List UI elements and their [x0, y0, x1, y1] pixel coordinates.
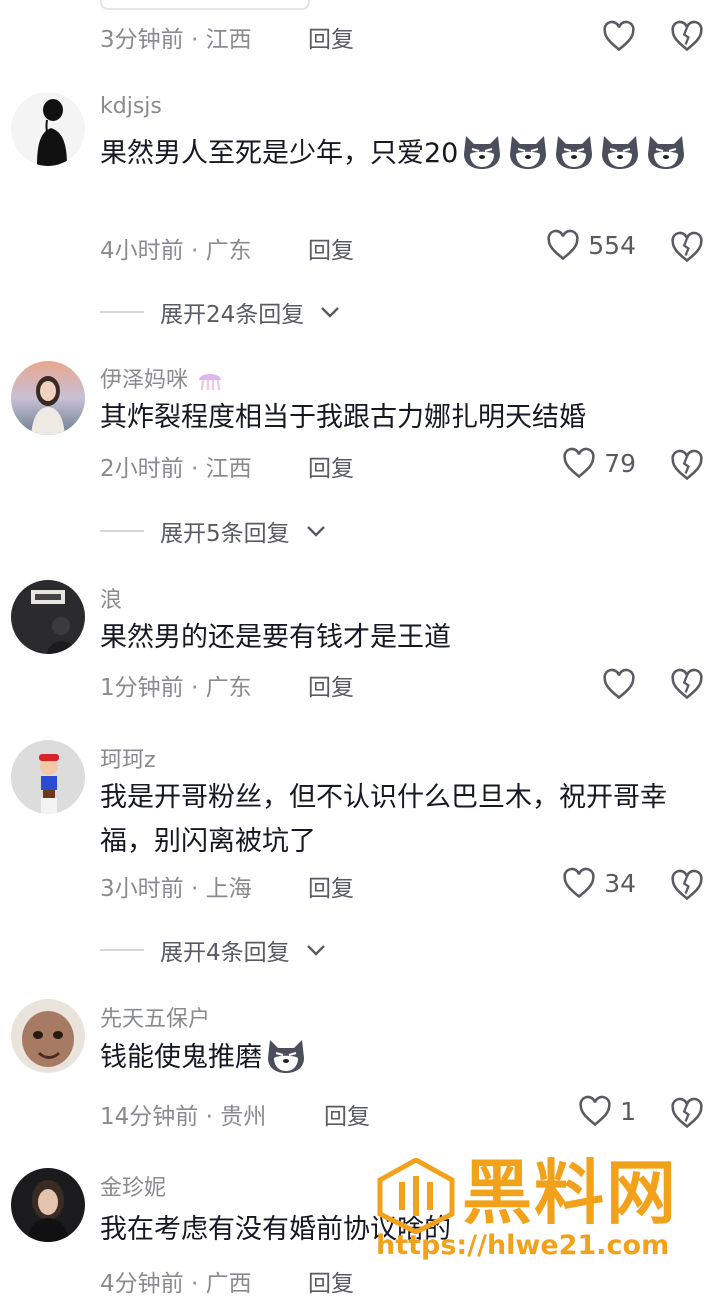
- avatar[interactable]: [11, 740, 85, 814]
- like-count: 1: [620, 1096, 636, 1126]
- broken-heart-icon[interactable]: [670, 449, 704, 481]
- comment-meta: 3分钟前 · 江西: [100, 27, 252, 53]
- chevron-down-icon: [306, 518, 326, 544]
- wolf-emoji-icon: [552, 132, 596, 170]
- avatar[interactable]: [11, 92, 85, 166]
- watermark: 黑料网 https://hlwe21.com: [376, 1150, 706, 1270]
- divider: [100, 530, 144, 532]
- comment-text: 钱能使鬼推磨: [100, 1036, 708, 1080]
- comment-text: 我是开哥粉丝，但不认识什么巴旦木，祝开哥幸福，别闪离被坑了: [100, 782, 667, 857]
- expand-replies-button[interactable]: 展开24条回复: [100, 295, 340, 329]
- avatar[interactable]: [11, 361, 85, 435]
- like-button[interactable]: 554: [546, 229, 636, 261]
- heart-icon: [579, 1095, 611, 1127]
- reply-button[interactable]: 回复: [308, 1264, 354, 1298]
- broken-heart-icon[interactable]: [670, 668, 704, 700]
- expand-replies-button[interactable]: 展开5条回复: [100, 514, 326, 548]
- reply-button[interactable]: 回复: [324, 1097, 370, 1131]
- heart-icon: [563, 447, 595, 479]
- comment-meta: 14分钟前 · 贵州: [100, 1104, 267, 1130]
- divider: [100, 311, 144, 313]
- comment-meta: 4分钟前 · 广西: [100, 1271, 252, 1297]
- heart-icon: [547, 229, 579, 261]
- username[interactable]: 金珍妮: [100, 1170, 166, 1202]
- broken-heart-icon[interactable]: [670, 869, 704, 901]
- avatar[interactable]: [11, 999, 85, 1073]
- reply-button[interactable]: 回复: [308, 869, 354, 903]
- reply-button[interactable]: 回复: [308, 668, 354, 702]
- comment-meta: 3小时前 · 上海: [100, 876, 252, 902]
- watermark-logo-icon: [377, 1158, 455, 1234]
- broken-heart-icon[interactable]: [670, 231, 704, 263]
- broken-heart-icon[interactable]: [670, 20, 704, 52]
- username[interactable]: 先天五保户: [100, 1001, 210, 1033]
- wolf-emoji-icon: [644, 132, 688, 170]
- heart-icon[interactable]: [602, 668, 636, 700]
- like-count: 554: [588, 230, 636, 260]
- like-count: 34: [604, 868, 636, 898]
- divider: [100, 949, 144, 951]
- heart-icon[interactable]: [602, 20, 636, 52]
- username[interactable]: 浪: [100, 582, 122, 614]
- username[interactable]: 珂珂z: [100, 742, 156, 774]
- comment-meta: 4小时前 · 广东: [100, 238, 252, 264]
- avatar[interactable]: [11, 1168, 85, 1242]
- comment-text: 果然男人至死是少年，只爱20: [100, 132, 708, 176]
- image-thumbnail[interactable]: [100, 0, 310, 10]
- like-count: 79: [604, 448, 636, 478]
- reply-button[interactable]: 回复: [308, 20, 354, 54]
- like-button[interactable]: 34: [562, 867, 636, 899]
- wolf-emoji-icon: [460, 132, 504, 170]
- heart-icon: [563, 867, 595, 899]
- reply-button[interactable]: 回复: [308, 449, 354, 483]
- wolf-emoji-icon: [506, 132, 550, 170]
- comment-text: 果然男的还是要有钱才是王道: [100, 622, 451, 653]
- comment-text: 其炸裂程度相当于我跟古力娜扎明天结婚: [100, 402, 586, 433]
- comment-meta: 1分钟前 · 广东: [100, 675, 252, 701]
- jellyfish-badge-icon: [195, 368, 225, 393]
- comment-meta: 2小时前 · 江西: [100, 456, 252, 482]
- watermark-url: https://hlwe21.com: [376, 1230, 670, 1261]
- wolf-emoji-icon: [264, 1036, 308, 1074]
- chevron-down-icon: [306, 937, 326, 963]
- username[interactable]: kdjsjs: [100, 94, 162, 119]
- username[interactable]: 伊泽妈咪: [100, 362, 225, 394]
- reply-button[interactable]: 回复: [308, 231, 354, 265]
- broken-heart-icon[interactable]: [670, 1097, 704, 1129]
- wolf-emoji-icon: [598, 132, 642, 170]
- expand-replies-button[interactable]: 展开4条回复: [100, 933, 326, 967]
- avatar[interactable]: [11, 580, 85, 654]
- chevron-down-icon: [320, 299, 340, 325]
- like-button[interactable]: 79: [562, 447, 636, 479]
- like-button[interactable]: 1: [578, 1095, 636, 1127]
- watermark-title: 黑料网: [462, 1152, 678, 1234]
